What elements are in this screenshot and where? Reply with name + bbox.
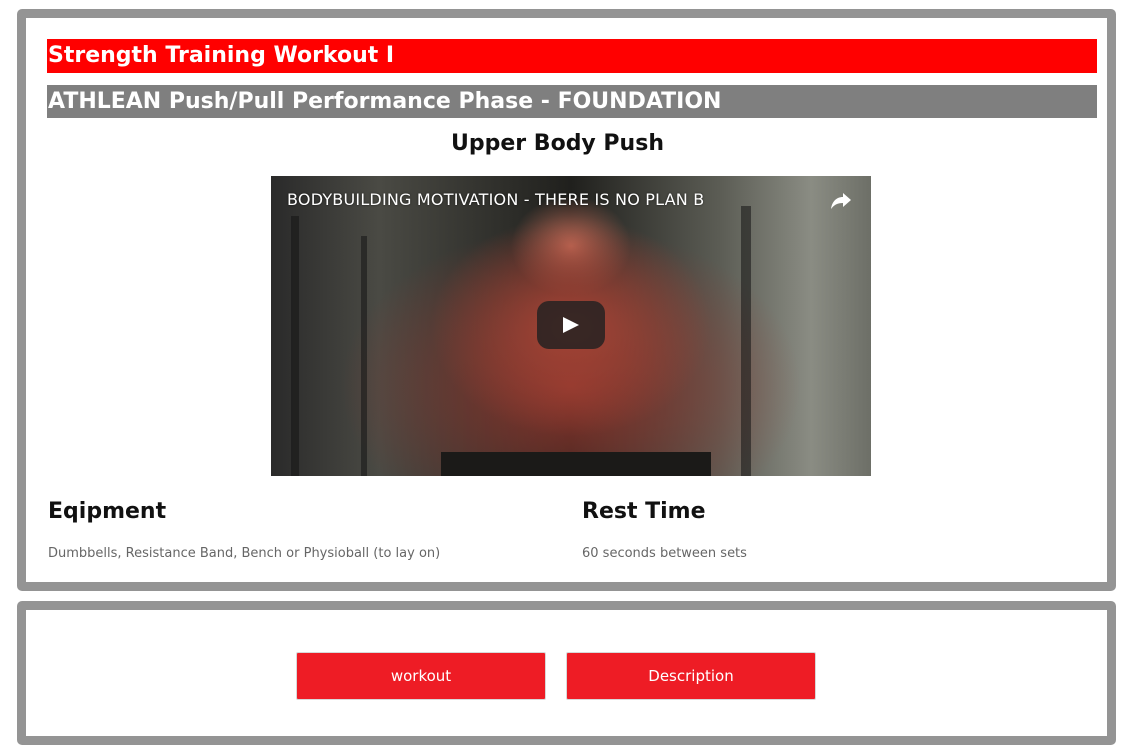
actions-card: workout Description [17, 601, 1116, 745]
workout-title: Strength Training Workout I [47, 39, 1097, 73]
workout-card: Strength Training Workout I ATHLEAN Push… [17, 9, 1116, 591]
section-title: Upper Body Push [451, 131, 664, 156]
video-title[interactable]: BODYBUILDING MOTIVATION - THERE IS NO PL… [287, 190, 704, 209]
workout-button[interactable]: workout [296, 652, 546, 700]
play-icon [563, 317, 579, 333]
share-arrow-icon[interactable] [829, 188, 853, 212]
rest-time-heading: Rest Time [582, 499, 706, 524]
gym-rack-graphic [291, 216, 299, 476]
description-button[interactable]: Description [566, 652, 816, 700]
play-button[interactable] [537, 301, 605, 349]
gym-rack-graphic [361, 236, 367, 476]
equipment-text: Dumbbells, Resistance Band, Bench or Phy… [48, 546, 441, 561]
gym-rack-graphic [741, 206, 751, 476]
rest-time-text: 60 seconds between sets [582, 546, 747, 561]
belt-graphic [441, 452, 711, 476]
program-title: ATHLEAN Push/Pull Performance Phase - FO… [47, 85, 1097, 118]
equipment-heading: Eqipment [48, 499, 167, 524]
video-player[interactable]: BODYBUILDING MOTIVATION - THERE IS NO PL… [271, 176, 871, 476]
